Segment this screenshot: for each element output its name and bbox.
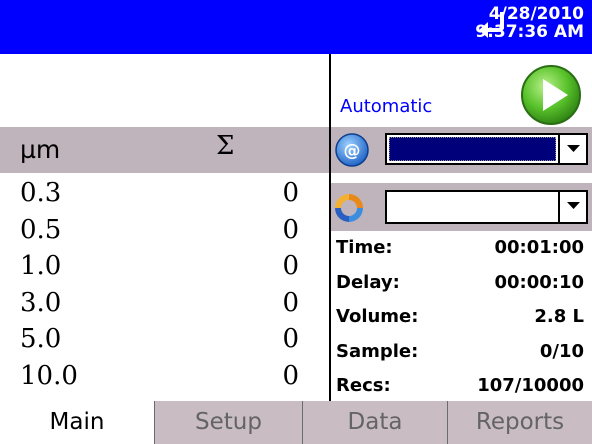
info-value: 00:00:10 — [494, 271, 584, 293]
spacer — [331, 173, 592, 183]
info-label: Delay: — [336, 271, 400, 293]
info-value: 107/10000 — [477, 375, 584, 396]
particle-count: 0 — [282, 287, 299, 318]
chevron-down-icon — [567, 145, 580, 152]
particle-size: 0.5 — [20, 214, 62, 245]
info-label: Time: — [336, 237, 393, 258]
column-header-sum: Σ — [216, 131, 235, 161]
particle-count: 0 — [282, 214, 299, 245]
location-dropdown-button[interactable] — [558, 135, 586, 163]
location-select[interactable] — [385, 133, 588, 165]
particle-size: 5.0 — [20, 324, 62, 354]
counts-table-body: 0.3 0 0.5 0 1.0 0 3.0 0 5.0 0 10.0 0 — [0, 178, 329, 397]
cycle-dropdown-button[interactable] — [558, 192, 586, 222]
tab-bar: Main Setup Data Reports — [0, 401, 592, 444]
info-label: Sample: — [336, 340, 419, 362]
particle-size: 0.3 — [20, 178, 62, 208]
particle-size: 3.0 — [20, 287, 62, 318]
table-row: 5.0 0 — [0, 324, 329, 361]
particle-size: 10.0 — [20, 360, 78, 391]
tab-data[interactable]: Data — [302, 401, 447, 444]
info-value: 0/10 — [539, 340, 584, 362]
info-row-delay: Delay: 00:00:10 — [331, 266, 592, 301]
location-select-value — [389, 137, 556, 161]
column-header-size: µm — [20, 135, 61, 164]
at-icon[interactable]: @ — [335, 133, 369, 167]
info-row-time: Time: 00:01:00 — [331, 231, 592, 266]
play-button[interactable] — [520, 64, 582, 126]
info-value: 2.8 L — [534, 306, 584, 327]
status-bar: 4/28/2010 9:37:36 AM — [0, 0, 592, 54]
info-label: Recs: — [336, 375, 391, 396]
info-label: Volume: — [336, 306, 419, 327]
counts-table-header: µm Σ — [0, 127, 329, 173]
table-row: 0.5 0 — [0, 215, 329, 252]
tab-setup[interactable]: Setup — [154, 401, 302, 444]
tab-main[interactable]: Main — [0, 401, 154, 444]
particle-count: 0 — [282, 324, 299, 354]
particle-size: 1.0 — [20, 251, 62, 281]
date-display: 4/28/2010 — [488, 4, 584, 24]
location-row: @ — [331, 127, 592, 173]
chevron-down-icon — [567, 202, 580, 209]
table-row: 3.0 0 — [0, 288, 329, 325]
cycle-row — [331, 183, 592, 231]
cycle-select[interactable] — [385, 190, 588, 224]
info-row-volume: Volume: 2.8 L — [331, 300, 592, 335]
info-value: 00:01:00 — [494, 237, 584, 258]
info-row-recs: Recs: 107/10000 — [331, 369, 592, 404]
mode-label: Automatic — [340, 96, 433, 117]
particle-count: 0 — [282, 360, 299, 391]
table-row: 0.3 0 — [0, 178, 329, 215]
svg-text:@: @ — [344, 141, 361, 161]
cycle-icon[interactable] — [331, 190, 367, 226]
tab-reports[interactable]: Reports — [447, 401, 592, 444]
particle-count: 0 — [282, 178, 299, 208]
table-row: 10.0 0 — [0, 361, 329, 398]
time-display: 9:37:36 AM — [475, 22, 584, 42]
info-row-sample: Sample: 0/10 — [331, 335, 592, 370]
table-row: 1.0 0 — [0, 251, 329, 288]
particle-count: 0 — [282, 251, 299, 281]
sample-info: Time: 00:01:00 Delay: 00:00:10 Volume: 2… — [331, 231, 592, 404]
